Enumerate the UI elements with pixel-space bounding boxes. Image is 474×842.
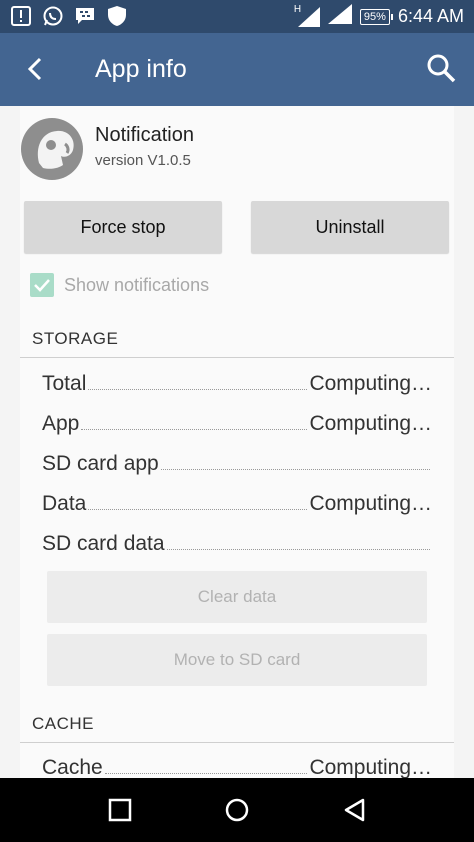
dotted-leader <box>104 773 308 774</box>
back-icon[interactable] <box>341 796 369 824</box>
notification-icons <box>10 5 128 27</box>
navigation-bar <box>0 778 474 842</box>
status-bar: H 95% 6:44 AM <box>0 0 474 33</box>
row-label: Data <box>42 492 87 515</box>
network-label: H <box>293 3 302 15</box>
cache-header: CACHE <box>32 714 95 733</box>
page-title: App info <box>95 55 187 83</box>
search-icon[interactable] <box>426 53 456 83</box>
dotted-leader <box>88 389 308 390</box>
dotted-leader <box>88 509 308 510</box>
storage-divider <box>20 357 454 358</box>
checkbox-checked-icon[interactable] <box>30 273 54 297</box>
storage-header: STORAGE <box>32 329 119 348</box>
row-label: SD card data <box>42 532 165 555</box>
show-notifications-checkbox[interactable]: Show notifications <box>30 273 209 297</box>
storage-row-data: Data Computing… <box>42 488 432 516</box>
shield-icon <box>106 5 128 27</box>
dotted-leader <box>81 429 308 430</box>
row-label: Cache <box>42 756 103 778</box>
row-value: Computing… <box>309 372 432 395</box>
recents-icon[interactable] <box>106 796 134 824</box>
signal-h-icon: H <box>293 3 320 27</box>
move-to-sd-card-button[interactable]: Move to SD card <box>47 634 427 686</box>
row-label: App <box>42 412 80 435</box>
dotted-leader <box>160 469 430 470</box>
row-value: Computing… <box>309 412 432 435</box>
bbm-icon <box>74 5 96 27</box>
cache-divider <box>20 742 454 743</box>
storage-row-total: Total Computing… <box>42 368 432 396</box>
signal-icon <box>327 4 352 29</box>
message-icon <box>10 5 32 27</box>
show-notifications-label: Show notifications <box>64 274 210 295</box>
row-value: Computing… <box>309 492 432 515</box>
app-info-panel: Notification version V1.0.5 Force stop U… <box>20 106 454 778</box>
home-icon[interactable] <box>223 796 251 824</box>
app-name: Notification <box>95 124 194 146</box>
battery-icon: 95% <box>359 8 393 25</box>
dotted-leader <box>166 549 430 550</box>
clock: 6:44 AM <box>397 6 464 26</box>
back-arrow-icon[interactable] <box>22 55 50 83</box>
storage-row-sd-card-app: SD card app <box>42 448 432 476</box>
app-version: version V1.0.5 <box>95 152 191 169</box>
storage-row-app: App Computing… <box>42 408 432 436</box>
uninstall-button[interactable]: Uninstall <box>251 201 449 253</box>
cache-row: Cache Computing… <box>42 752 432 778</box>
row-label: Total <box>42 372 87 395</box>
app-bar: App info <box>0 33 474 106</box>
battery-level: 95% <box>363 10 386 23</box>
force-stop-button[interactable]: Force stop <box>24 201 222 253</box>
clear-data-button[interactable]: Clear data <box>47 571 427 623</box>
storage-row-sd-card-data: SD card data <box>42 528 432 556</box>
system-status: H 95% 6:44 AM <box>294 4 464 29</box>
app-icon <box>21 118 83 180</box>
whatsapp-icon <box>42 5 64 27</box>
row-value: Computing… <box>309 756 432 778</box>
row-label: SD card app <box>42 452 159 475</box>
